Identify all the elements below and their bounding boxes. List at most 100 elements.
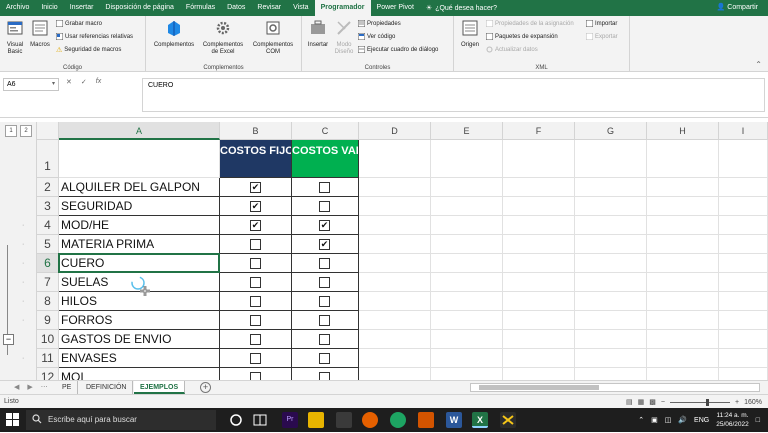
cell-empty[interactable] [575,311,647,330]
next-sheet-icon[interactable]: ▶ [27,383,32,391]
more-sheets-icon[interactable]: ⋯ [41,383,48,391]
checkbox-costo-fijo[interactable]: ✔ [250,220,261,231]
cell-empty[interactable] [719,216,768,235]
keyboard-language[interactable]: ENG [694,417,709,424]
row-header[interactable]: 5 [37,235,59,254]
cell-empty[interactable] [575,349,647,368]
tab-power-pivot[interactable]: Power Pivot [371,0,420,16]
premiere-icon[interactable]: Pr [282,412,298,428]
origen-button[interactable]: Origen [458,19,482,49]
importar-button[interactable]: Importar [586,20,617,27]
cell-empty[interactable] [431,330,503,349]
cell-empty[interactable] [503,330,575,349]
task-view-icon[interactable] [228,412,244,428]
cell-empty[interactable] [503,197,575,216]
cell-empty[interactable] [719,197,768,216]
column-header-a[interactable]: A [59,122,220,140]
checkbox-costo-variable[interactable] [319,296,330,307]
column-header-g[interactable]: G [575,122,647,140]
cell-concept[interactable]: ALQUILER DEL GALPON [59,178,220,197]
cell-empty[interactable] [647,216,719,235]
checkbox-costo-variable[interactable] [319,315,330,326]
row-header[interactable]: 3 [37,197,59,216]
checkbox-costo-fijo[interactable] [250,372,261,380]
checkbox-costo-variable[interactable] [319,201,330,212]
insert-function-icon[interactable]: fx [96,78,101,86]
cell-empty[interactable] [575,235,647,254]
cell-empty[interactable] [575,368,647,380]
cell-empty[interactable] [503,235,575,254]
seguridad-macros-button[interactable]: ⚠ Seguridad de macros [56,46,121,54]
zoom-out-icon[interactable]: − [661,399,665,406]
complementos-com-button[interactable]: Complementos COM [248,19,298,56]
cell-empty[interactable] [431,273,503,292]
checkbox-costo-variable[interactable] [319,182,330,193]
taskbar-search[interactable]: Escribe aquí para buscar [26,410,216,430]
cell-empty[interactable] [719,368,768,380]
cell-empty[interactable] [575,216,647,235]
column-header-i[interactable]: I [719,122,768,140]
tab-vista[interactable]: Vista [287,0,314,16]
row-header[interactable]: 1 [37,140,59,178]
network-icon[interactable]: ◫ [665,416,672,424]
checkbox-costo-fijo[interactable] [250,296,261,307]
cell-concept[interactable]: ENVASES [59,349,220,368]
cell-i1[interactable] [719,140,768,178]
cell-empty[interactable] [503,292,575,311]
cell-empty[interactable] [431,254,503,273]
cell-empty[interactable] [575,330,647,349]
app-yellow-icon[interactable] [500,412,516,428]
visual-basic-button[interactable]: Visual Basic [4,19,26,56]
cell-h1[interactable] [647,140,719,178]
task-view-windows-icon[interactable] [252,412,268,428]
checkbox-costo-fijo[interactable] [250,277,261,288]
cell-empty[interactable] [503,311,575,330]
cell-empty[interactable] [431,197,503,216]
cell-empty[interactable] [359,235,431,254]
cell-empty[interactable] [359,197,431,216]
checkbox-costo-fijo[interactable] [250,353,261,364]
complementos-button[interactable]: Complementos [150,19,198,49]
exportar-button[interactable]: Exportar [586,33,618,40]
app-orange-icon[interactable] [418,412,434,428]
cell-empty[interactable] [575,197,647,216]
notifications-icon[interactable]: □ [756,417,760,424]
cell-empty[interactable] [575,254,647,273]
cell-empty[interactable] [647,330,719,349]
cell-empty[interactable] [647,273,719,292]
scrollbar-thumb[interactable] [479,385,599,390]
clock[interactable]: 11:24 a. m. 25/06/2022 [716,411,749,429]
page-layout-icon[interactable]: ▦ [638,398,645,406]
excel-icon[interactable]: X [472,412,488,428]
cell-empty[interactable] [359,368,431,380]
chrome-icon[interactable] [390,412,406,428]
cell-empty[interactable] [719,178,768,197]
outline-level-2-button[interactable]: 2 [20,125,32,137]
column-header-f[interactable]: F [503,122,575,140]
cell-empty[interactable] [719,292,768,311]
cell-empty[interactable] [647,235,719,254]
propiedades-button[interactable]: Propiedades [358,20,401,27]
cell-empty[interactable] [359,216,431,235]
cell-empty[interactable] [647,368,719,380]
cell-e1[interactable] [431,140,503,178]
formula-input[interactable]: CUERO [142,78,765,112]
insertar-control-button[interactable]: Insertar [306,19,330,49]
volume-icon[interactable]: 🔊 [678,416,687,424]
row-header[interactable]: 10 [37,330,59,349]
usar-referencias-button[interactable]: Usar referencias relativas [56,33,133,40]
column-header-e[interactable]: E [431,122,503,140]
zoom-in-icon[interactable]: + [735,399,739,406]
cell-concept[interactable]: MOI [59,368,220,380]
cell-empty[interactable] [719,254,768,273]
cell-empty[interactable] [575,273,647,292]
row-header[interactable]: 9 [37,311,59,330]
select-all-corner[interactable] [37,122,59,140]
cell-empty[interactable] [431,349,503,368]
tell-me-box[interactable]: ☀ ¿Qué desea hacer? [426,4,497,13]
file-explorer-icon[interactable] [308,412,324,428]
cell-empty[interactable] [431,216,503,235]
row-header[interactable]: 4 [37,216,59,235]
cell-empty[interactable] [503,349,575,368]
row-header[interactable]: 7 [37,273,59,292]
